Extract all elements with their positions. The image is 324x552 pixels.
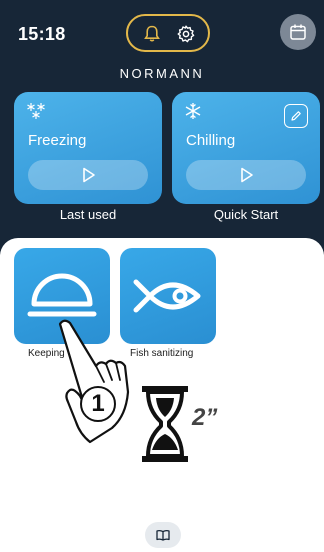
hourglass-icon: [140, 384, 190, 469]
card-caption: Quick Start: [213, 207, 279, 222]
alerts-settings-pill: [126, 14, 210, 52]
freezing-play-button[interactable]: [28, 160, 148, 190]
header-area: 15:18 NORMANN Freezing Last used Chillin…: [0, 0, 324, 260]
chilling-card[interactable]: Chilling: [172, 92, 320, 204]
gear-icon[interactable]: [176, 24, 196, 44]
tile-label: Fish sanitizing: [130, 348, 194, 359]
card-title: Freezing: [28, 132, 87, 149]
edit-button[interactable]: [284, 104, 308, 128]
calendar-button[interactable]: [280, 14, 316, 50]
snowflake-icon: [184, 102, 202, 123]
snowflakes-icon: [26, 102, 48, 123]
freezing-card[interactable]: Freezing: [14, 92, 162, 204]
app-screen: 15:18 NORMANN Freezing Last used Chillin…: [0, 0, 324, 552]
duration-label: 2”: [192, 404, 218, 431]
clock: 15:18: [18, 24, 66, 44]
card-title: Chilling: [186, 132, 236, 149]
bell-icon[interactable]: [142, 24, 162, 44]
brand-logo: NORMANN: [119, 66, 205, 81]
pointing-hand-icon: [50, 318, 130, 453]
step-number-badge: 1: [80, 386, 116, 422]
card-caption: Last used: [59, 207, 117, 222]
fish-sanitizing-program-tile[interactable]: [120, 248, 216, 344]
chilling-play-button[interactable]: [186, 160, 306, 190]
manual-button[interactable]: [145, 522, 181, 548]
